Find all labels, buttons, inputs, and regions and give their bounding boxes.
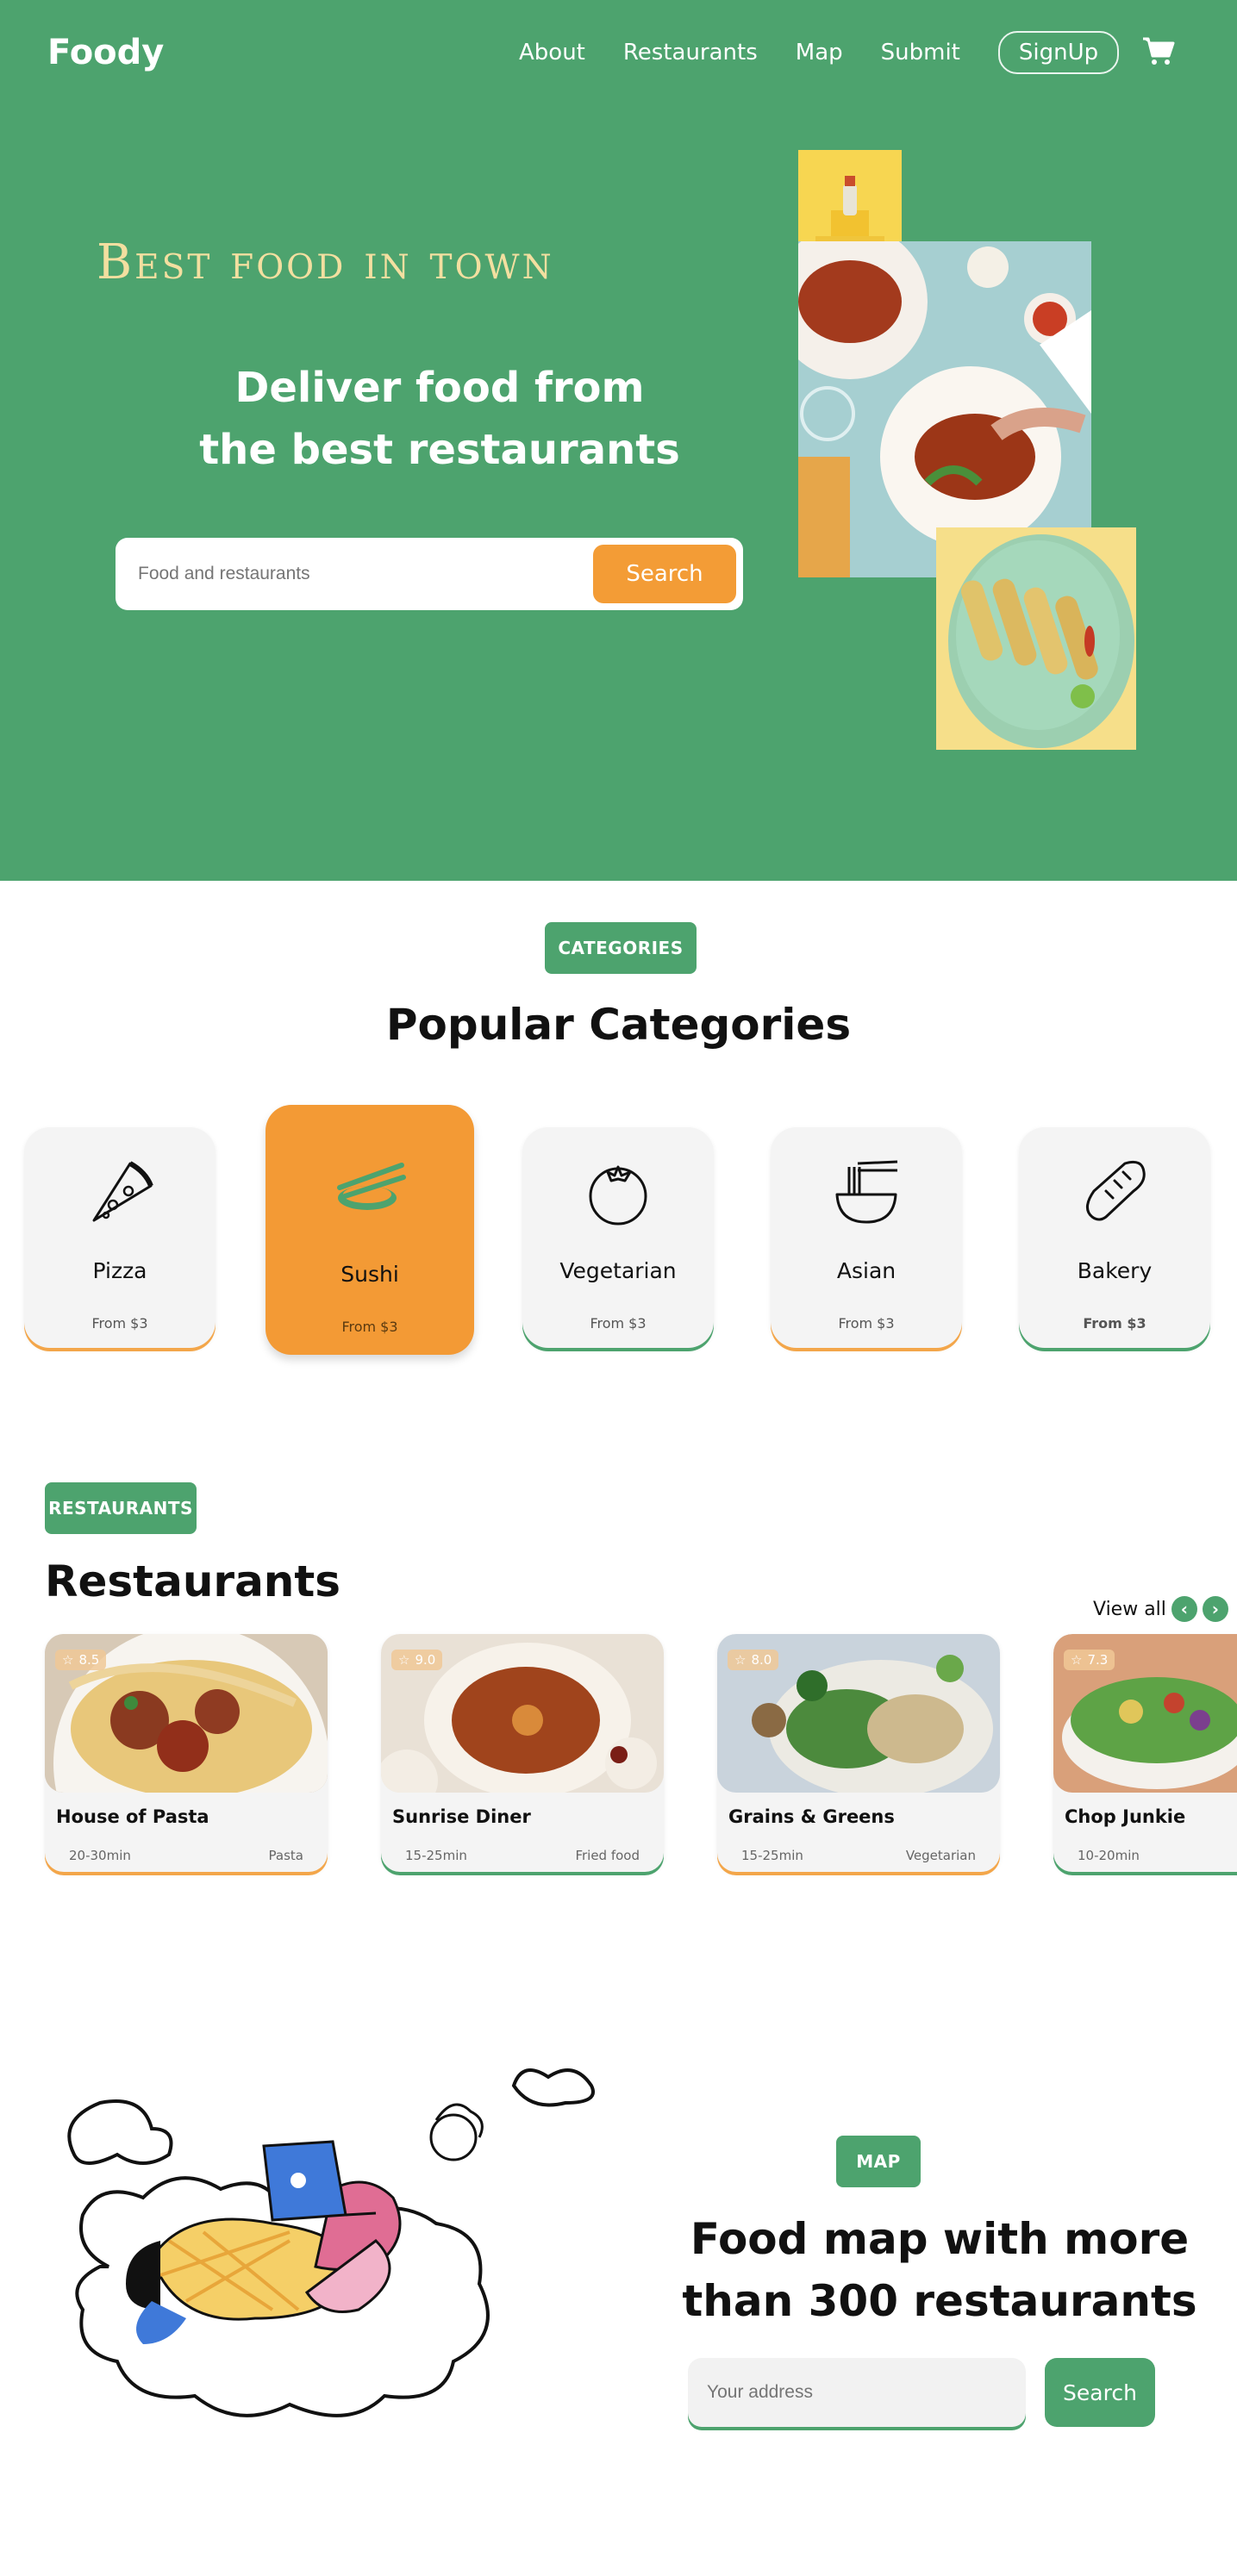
view-all-control: View all ‹ › [1093,1596,1228,1622]
category-card-bakery[interactable]: Bakery From $3 [1019,1127,1210,1348]
chevron-right-icon[interactable]: › [1202,1596,1228,1622]
cart-icon[interactable] [1141,35,1176,70]
delivery-time: 20-30min [69,1848,131,1863]
category-price: From $3 [838,1315,895,1332]
rating-value: 7.3 [1087,1652,1109,1668]
hero-section: Foody About Restaurants Map Submit SignU… [0,0,1237,881]
category-name: Bakery [1077,1258,1153,1283]
person-on-cloud-illustration [48,2060,617,2491]
rating-badge: ☆ 9.0 [391,1650,443,1670]
star-icon: ☆ [398,1652,410,1668]
hero-headline-line1: Deliver food from [234,364,645,412]
category-name: Pizza [92,1258,147,1283]
restaurant-card[interactable]: ☆ 8.0 Grains & Greens 15-25min Vegetaria… [717,1634,1000,1872]
hero-search-button[interactable]: Search [593,545,736,603]
restaurant-card[interactable]: ☆ 7.3 Chop Junkie 10-20min [1053,1634,1237,1872]
cuisine-type: Pasta [268,1848,303,1863]
nav-map[interactable]: Map [796,40,843,65]
categories-title: Popular Categories [385,1000,852,1050]
rating-badge: ☆ 7.3 [1064,1650,1115,1670]
corn-skewers-photo [936,527,1136,750]
hero-tagline: Best food in town [97,234,554,290]
category-name: Asian [836,1258,897,1283]
restaurant-name: Chop Junkie [1065,1806,1186,1827]
logo[interactable]: Foody [47,33,164,72]
cuisine-type: Vegetarian [905,1848,976,1863]
signup-button[interactable]: SignUp [997,31,1120,74]
map-badge: MAP [836,2136,921,2187]
delivery-time: 15-25min [741,1848,803,1863]
nav-restaurants[interactable]: Restaurants [623,40,758,65]
top-nav: About Restaurants Map Submit SignUp [519,31,1176,74]
categories-badge: CATEGORIES [545,922,697,974]
restaurants-title: Restaurants [45,1556,341,1606]
map-title-line1: Food map with more [690,2214,1190,2264]
noodles-icon [832,1157,901,1229]
rating-badge: ☆ 8.0 [728,1650,779,1670]
rating-value: 9.0 [415,1652,436,1668]
food-search-input[interactable] [138,564,593,584]
category-price: From $3 [590,1315,647,1332]
map-title-line2: than 300 restaurants [682,2276,1197,2326]
star-icon: ☆ [62,1652,74,1668]
tomato-icon [584,1157,653,1229]
delivery-time: 10-20min [1078,1848,1140,1863]
address-input[interactable] [707,2382,1007,2403]
nav-about[interactable]: About [519,40,585,65]
restaurant-card[interactable]: ☆ 9.0 Sunrise Diner 15-25min Fried food [381,1634,664,1872]
sushi-icon [333,1158,407,1222]
view-all-link[interactable]: View all [1093,1599,1166,1620]
cuisine-type: Fried food [575,1848,640,1863]
map-title: Food map with more than 300 restaurants [672,2208,1207,2332]
category-card-sushi[interactable]: Sushi From $3 [266,1105,474,1355]
chevron-left-icon[interactable]: ‹ [1171,1596,1197,1622]
star-icon: ☆ [1071,1652,1083,1668]
category-price: From $3 [91,1315,148,1332]
pizza-icon [85,1157,154,1229]
category-card-asian[interactable]: Asian From $3 [771,1127,962,1348]
bread-icon [1080,1157,1149,1229]
restaurant-name: Sunrise Diner [392,1806,531,1827]
rating-value: 8.5 [78,1652,100,1668]
restaurant-card[interactable]: ☆ 8.5 House of Pasta 20-30min Pasta [45,1634,328,1872]
restaurant-name: House of Pasta [56,1806,209,1827]
restaurants-badge: RESTAURANTS [45,1482,197,1534]
hero-search-bar: Search [116,538,743,610]
address-field [688,2358,1026,2427]
nav-submit[interactable]: Submit [881,40,960,65]
category-name: Vegetarian [559,1258,677,1283]
rating-badge: ☆ 8.5 [55,1650,107,1670]
hero-food-collage [798,150,1136,750]
category-card-vegetarian[interactable]: Vegetarian From $3 [522,1127,714,1348]
map-search-button[interactable]: Search [1045,2358,1155,2427]
category-name: Sushi [340,1262,399,1287]
hero-headline-line2: the best restaurants [199,426,680,474]
category-card-pizza[interactable]: Pizza From $3 [24,1127,216,1348]
hero-headline: Deliver food from the best restaurants [172,357,707,481]
star-icon: ☆ [734,1652,747,1668]
delivery-time: 15-25min [405,1848,467,1863]
category-price: From $3 [1083,1315,1146,1332]
rating-value: 8.0 [751,1652,772,1668]
category-price: From $3 [341,1319,398,1335]
restaurant-name: Grains & Greens [728,1806,895,1827]
